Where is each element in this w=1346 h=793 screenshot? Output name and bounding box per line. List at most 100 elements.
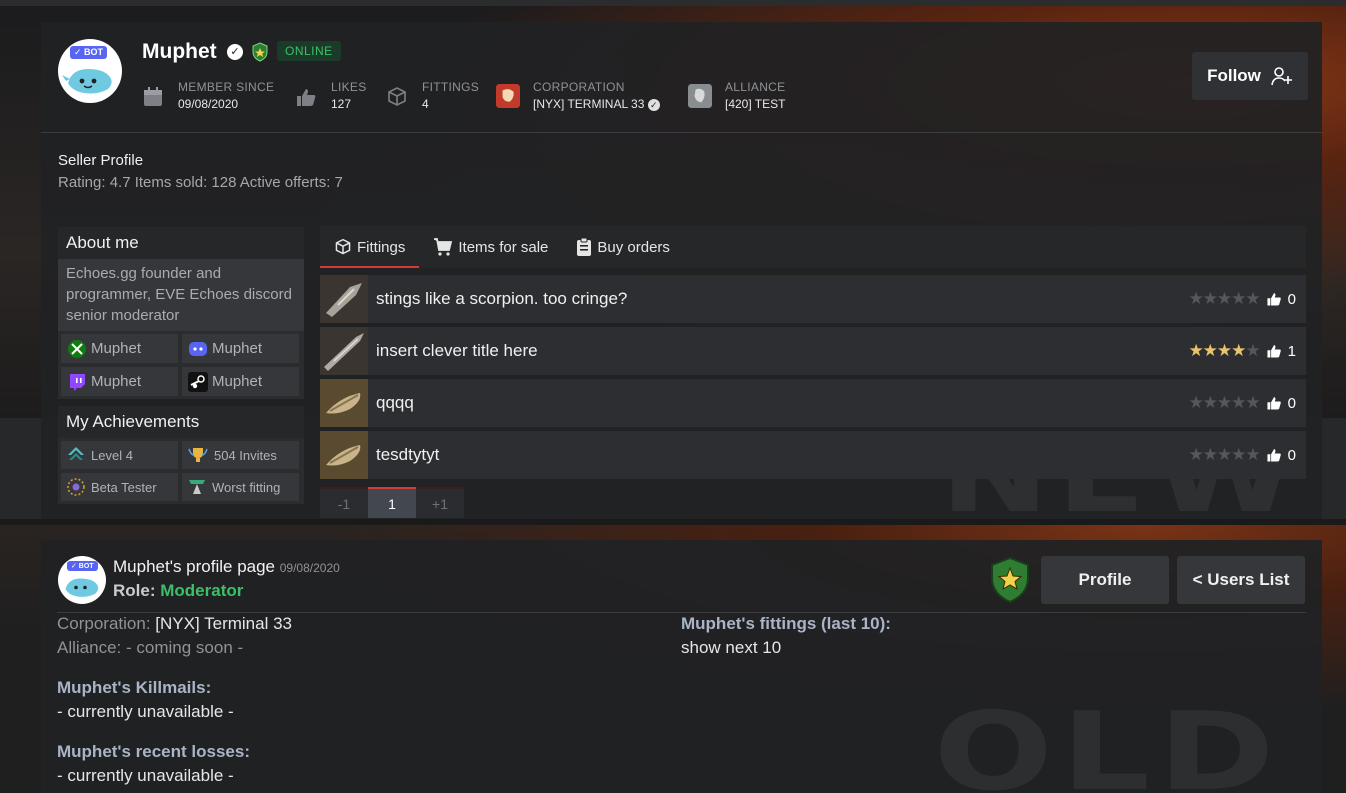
cube-icon [388, 87, 406, 106]
tab-buy-orders[interactable]: Buy orders [562, 226, 684, 268]
users-list-button[interactable]: < Users List [1177, 556, 1305, 604]
fitting-likes[interactable]: 1 [1266, 343, 1296, 360]
fitting-name: qqqq [376, 393, 414, 412]
thumbs-up-icon [1267, 449, 1281, 462]
clipboard-icon [577, 237, 592, 256]
old-role: Role: Moderator [113, 581, 243, 601]
likes-count: 0 [1287, 446, 1296, 464]
moderator-shield-icon [991, 556, 1029, 604]
fitting-likes[interactable]: 0 [1266, 291, 1296, 308]
role-label: Role: [113, 581, 156, 600]
calendar-icon [144, 87, 162, 106]
achievement-label: 504 Invites [214, 447, 277, 463]
social-twitch[interactable]: Muphet [61, 367, 178, 396]
stat-corporation[interactable]: CORPORATION [NYX] TERMINAL 33 ✓ [496, 80, 660, 111]
fitting-row[interactable]: tesdtytyt ★★★★★ 0 [320, 431, 1306, 479]
follow-label: Follow [1207, 66, 1261, 85]
about-panel: About me Echoes.gg founder and programme… [58, 227, 304, 504]
alliance-logo-icon [688, 84, 712, 108]
ship-icon [320, 275, 368, 323]
alliance-line: Alliance: - coming soon - [57, 636, 292, 660]
page-prev[interactable]: -1 [320, 487, 368, 518]
fitting-meta: ★★★★★ 1 [1188, 341, 1296, 361]
achievements-title: My Achievements [58, 406, 304, 438]
social-steam[interactable]: Muphet [182, 367, 299, 396]
stat-value: [420] TEST [725, 97, 786, 111]
avatar[interactable]: ✓ BOT [58, 39, 122, 103]
fitting-meta: ★★★★★ 0 [1188, 289, 1296, 309]
achievement-beta-tester[interactable]: Beta Tester [61, 473, 178, 501]
achievement-invites[interactable]: 504 Invites [182, 441, 299, 469]
fittings-list: stings like a scorpion. too cringe? ★★★★… [320, 275, 1306, 483]
alliance-label: Alliance: [57, 638, 122, 657]
worst-fitting-icon [189, 480, 205, 494]
new-profile-panel: NEW ✓ BOT Muphet ✓ ONLINE MEMBER SINCE 0… [41, 22, 1322, 536]
beta-tester-icon [67, 478, 85, 496]
achievement-worst-fitting[interactable]: Worst fitting [182, 473, 299, 501]
tab-fittings[interactable]: Fittings [320, 226, 420, 268]
rating-stars: ★★★★★ [1188, 445, 1260, 464]
tab-label: Items for sale [458, 238, 549, 256]
fitting-row[interactable]: stings like a scorpion. too cringe? ★★★★… [320, 275, 1306, 323]
achievement-label: Level 4 [91, 447, 133, 463]
ship-thumbnail [320, 431, 368, 479]
profile-button[interactable]: Profile [1041, 556, 1169, 604]
pagination: -1 1 +1 [320, 487, 464, 518]
fitting-row[interactable]: insert clever title here ★★★★★ 1 [320, 327, 1306, 375]
old-profile-panel: OLD ✓ BOT Muphet's profile page 09/08/20… [41, 540, 1322, 793]
fitting-likes[interactable]: 0 [1266, 447, 1296, 464]
page-current[interactable]: 1 [368, 487, 416, 518]
stat-value: [NYX] TERMINAL 33 ✓ [533, 97, 660, 111]
top-strip [0, 0, 1346, 6]
seller-profile-stats: Rating: 4.7 Items sold: 128 Active offer… [58, 174, 343, 191]
achievement-label: Beta Tester [91, 479, 157, 495]
fitting-name: tesdtytyt [376, 445, 440, 464]
cart-icon [434, 238, 453, 256]
corp-verified-icon: ✓ [647, 99, 660, 111]
xbox-icon [68, 339, 86, 358]
stat-value: 127 [331, 97, 352, 111]
ship-icon [320, 379, 368, 427]
page-next[interactable]: +1 [416, 487, 464, 518]
killmails-value: - currently unavailable - [57, 702, 234, 721]
stat-label: LIKES [331, 80, 367, 94]
cube-icon [335, 238, 351, 255]
achievements-grid: Level 4 504 Invites Beta Tester Worst fi… [58, 438, 304, 504]
seller-profile-title: Seller Profile [58, 152, 144, 169]
social-xbox[interactable]: Muphet [61, 334, 178, 363]
fitting-name: insert clever title here [376, 341, 538, 360]
stat-alliance[interactable]: ALLIANCE [420] TEST [688, 80, 786, 111]
killmails-title: Muphet's Killmails: [57, 678, 212, 697]
social-name: Muphet [91, 373, 142, 390]
old-page-title: Muphet's profile page 09/08/2020 [113, 557, 340, 577]
add-user-icon [1271, 67, 1292, 86]
thumbs-up-icon [297, 89, 316, 106]
ship-icon [320, 431, 368, 479]
achievement-level[interactable]: Level 4 [61, 441, 178, 469]
old-avatar[interactable]: ✓ BOT [58, 556, 106, 604]
stat-value: 4 [422, 97, 429, 111]
old-title-text: Muphet's profile page [113, 557, 276, 576]
tab-items-for-sale[interactable]: Items for sale [419, 226, 562, 268]
role-value: Moderator [160, 581, 244, 600]
show-next-link[interactable]: show next 10 [681, 636, 891, 660]
stat-label: MEMBER SINCE [178, 80, 275, 94]
corp-value: [NYX] Terminal 33 [155, 614, 292, 633]
ship-thumbnail [320, 327, 368, 375]
stat-label: CORPORATION [533, 80, 625, 94]
corporation-name: [NYX] TERMINAL 33 [533, 97, 645, 111]
discord-icon [189, 341, 207, 356]
rating-stars: ★★★★★ [1188, 393, 1260, 412]
fitting-row[interactable]: qqqq ★★★★★ 0 [320, 379, 1306, 427]
bot-badge: ✓ BOT [67, 561, 98, 571]
social-discord[interactable]: Muphet [182, 334, 299, 363]
follow-button[interactable]: Follow [1192, 52, 1308, 100]
achievement-label: Worst fitting [212, 479, 281, 495]
profile-tabs: Fittings Items for sale Buy orders [320, 226, 1306, 268]
bot-badge: ✓ BOT [70, 46, 108, 59]
likes-count: 0 [1287, 290, 1296, 308]
rating-stars: ★★★★★ [1188, 341, 1260, 360]
level-icon [68, 447, 84, 460]
losses-title: Muphet's recent losses: [57, 742, 250, 761]
fitting-likes[interactable]: 0 [1266, 395, 1296, 412]
